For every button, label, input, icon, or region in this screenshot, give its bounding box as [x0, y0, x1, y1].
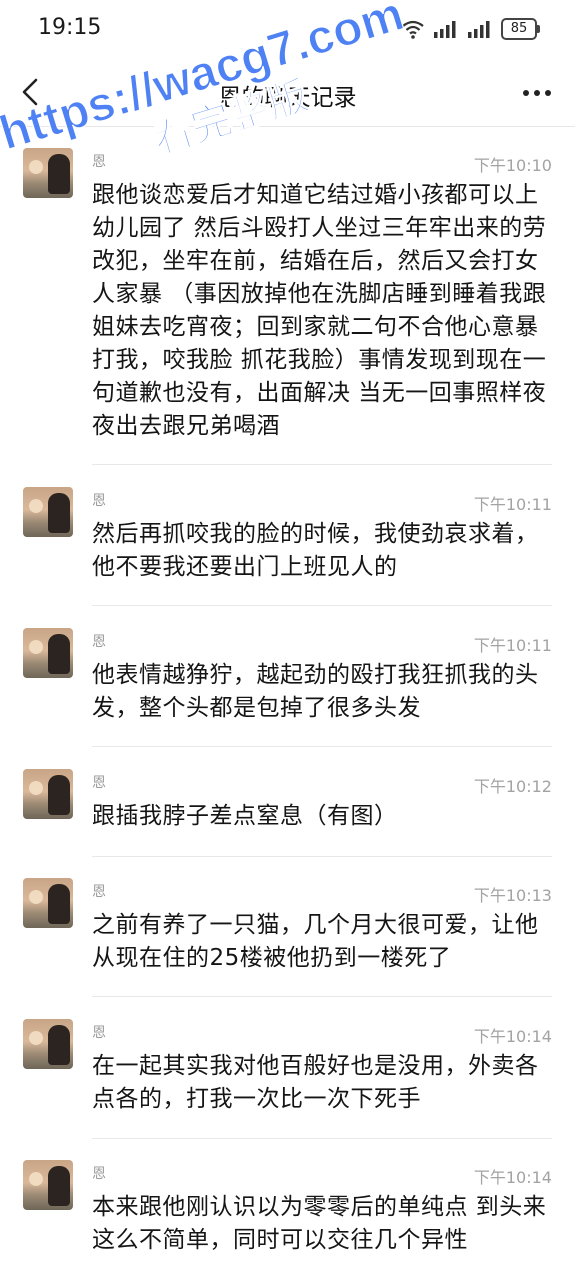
avatar[interactable] [23, 487, 73, 537]
message-text: 在一起其实我对他百般好也是没用，外卖各点各的，打我一次比一次下死手 [92, 1053, 539, 1112]
battery-icon: 85 [501, 18, 540, 40]
more-icon [523, 90, 551, 96]
avatar[interactable] [23, 148, 73, 198]
message-text: 跟插我脖子差点窒息（有图） [92, 803, 398, 829]
message-divider [92, 996, 552, 997]
sender-name: 恩 [92, 884, 106, 900]
message-time: 下午10:11 [473, 636, 552, 655]
message-text: 然后再抓咬我的脸的时候，我使劲哀求着，他不要我还要出门上班见人的 [92, 521, 539, 580]
message-time: 下午10:14 [473, 1168, 552, 1187]
message-text: 本来跟他刚认识以为零零后的单纯点 到头来这么不简单，同时可以交往几个异性 [92, 1194, 547, 1253]
message-divider [92, 605, 552, 606]
sender-name: 恩 [92, 1025, 106, 1041]
status-icons: 85 [401, 17, 540, 41]
avatar[interactable] [23, 769, 73, 819]
signal-icon-2 [468, 21, 490, 38]
message-time: 下午10:12 [473, 777, 552, 796]
sender-name: 恩 [92, 1166, 106, 1182]
nav-bar: 恩的聊天记录 [0, 60, 575, 127]
avatar[interactable] [23, 628, 73, 678]
sender-name: 恩 [92, 493, 106, 509]
avatar[interactable] [23, 878, 73, 928]
message-time: 下午10:14 [473, 1027, 552, 1046]
status-time: 19:15 [38, 15, 102, 40]
message-time: 下午10:10 [473, 156, 552, 175]
sender-name: 恩 [92, 634, 106, 650]
message-divider [92, 856, 552, 857]
avatar[interactable] [23, 1019, 73, 1069]
message-divider [92, 1138, 552, 1139]
message-divider [92, 464, 552, 465]
page-title: 恩的聊天记录 [218, 85, 357, 111]
avatar[interactable] [23, 1160, 73, 1210]
status-bar: 19:15 85 [0, 0, 575, 58]
message-text: 跟他谈恋爱后才知道它结过婚小孩都可以上幼儿园了 然后斗殴打人坐过三年牢出来的劳改… [92, 182, 547, 439]
message-time: 下午10:13 [473, 886, 552, 905]
more-button[interactable] [521, 78, 553, 108]
wifi-icon [402, 20, 424, 39]
message-time: 下午10:11 [473, 495, 552, 514]
message-text: 之前有养了一只猫，几个月大很可爱，让他从现在住的25楼被他扔到一楼死了 [92, 912, 539, 971]
sender-name: 恩 [92, 775, 106, 791]
sender-name: 恩 [92, 154, 106, 170]
signal-icon [434, 21, 456, 38]
message-divider [92, 746, 552, 747]
message-text: 他表情越狰狞，越起劲的殴打我狂抓我的头发，整个头都是包掉了很多头发 [92, 662, 539, 721]
